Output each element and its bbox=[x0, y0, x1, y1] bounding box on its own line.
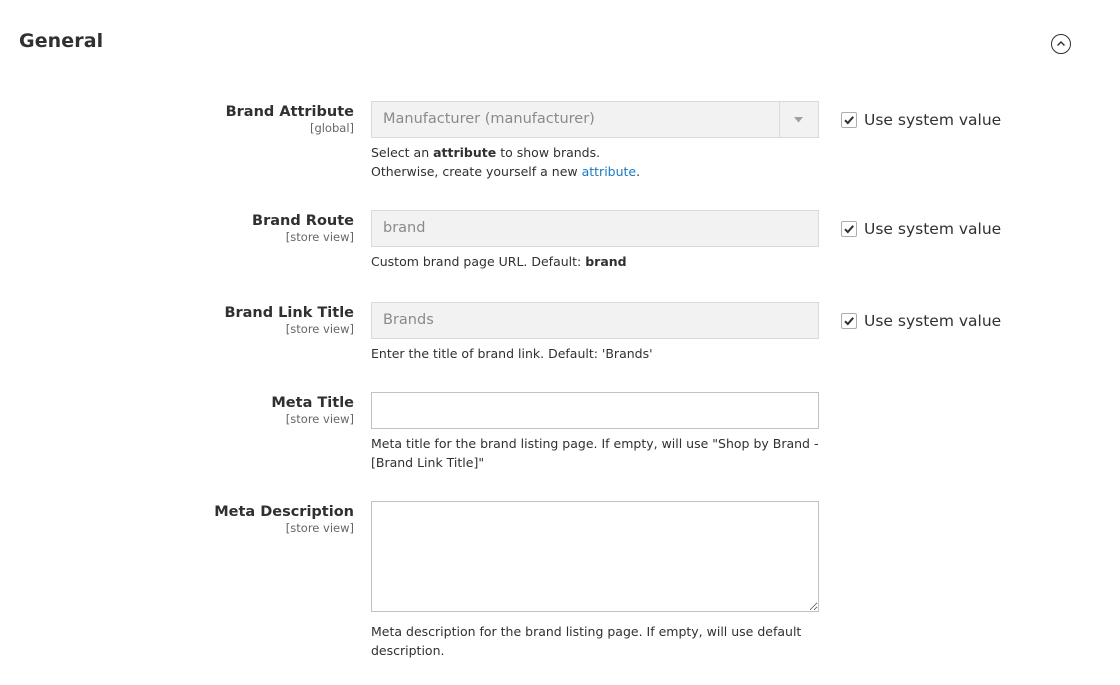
field-label: Brand Link Title bbox=[224, 305, 354, 321]
field-note: Custom brand page URL. Default: brand bbox=[371, 252, 819, 271]
field-label: Brand Route bbox=[252, 213, 354, 229]
checkbox[interactable] bbox=[841, 221, 857, 237]
chevron-up-icon bbox=[1057, 41, 1065, 46]
collapse-section-button[interactable] bbox=[1051, 34, 1071, 54]
use-system-value-checkbox-brand-link-title[interactable]: Use system value bbox=[841, 311, 1001, 331]
field-label-group: Brand Link Title [store view] bbox=[224, 304, 354, 336]
note-bold: attribute bbox=[433, 145, 497, 160]
use-system-value-checkbox-brand-attribute[interactable]: Use system value bbox=[841, 110, 1001, 130]
field-scope: [store view] bbox=[285, 322, 354, 336]
meta-description-textarea[interactable] bbox=[371, 501, 819, 612]
field-label-group: Meta Title [store view] bbox=[271, 394, 354, 426]
note-text: Custom brand page URL. Default: bbox=[371, 254, 586, 269]
field-scope: [store view] bbox=[285, 230, 354, 244]
field-label-group: Meta Description [store view] bbox=[214, 503, 354, 535]
note-bold: brand bbox=[585, 254, 627, 269]
field-label-group: Brand Attribute [global] bbox=[226, 103, 354, 135]
checkbox[interactable] bbox=[841, 313, 857, 329]
select-value: Manufacturer (manufacturer) bbox=[383, 111, 595, 127]
checkbox-label: Use system value bbox=[864, 220, 1002, 238]
note-text: to show brands. bbox=[496, 145, 601, 160]
brand-route-input[interactable]: brand bbox=[371, 210, 819, 247]
field-scope: [store view] bbox=[285, 412, 354, 426]
note-text: Otherwise, create yourself a new bbox=[371, 164, 582, 179]
meta-title-input[interactable] bbox=[371, 392, 819, 429]
checkbox[interactable] bbox=[841, 112, 857, 128]
brand-link-title-input[interactable]: Brands bbox=[371, 302, 819, 339]
field-note: Meta title for the brand listing page. I… bbox=[371, 436, 819, 470]
brand-attribute-select[interactable]: Manufacturer (manufacturer) bbox=[371, 101, 819, 138]
caret-down-icon bbox=[794, 117, 803, 123]
note-text: Select an bbox=[371, 145, 434, 160]
use-system-value-checkbox-brand-route[interactable]: Use system value bbox=[841, 219, 1001, 239]
check-icon bbox=[844, 116, 854, 125]
field-note: Meta description for the brand listing p… bbox=[371, 624, 802, 658]
check-icon bbox=[844, 317, 854, 326]
checkbox-label: Use system value bbox=[864, 312, 1002, 330]
field-scope: [store view] bbox=[285, 521, 354, 535]
select-arrow[interactable] bbox=[779, 102, 818, 137]
create-attribute-link[interactable]: attribute bbox=[582, 164, 637, 179]
section-title: General bbox=[19, 30, 104, 52]
field-label: Brand Attribute bbox=[225, 104, 354, 120]
note-text: . bbox=[636, 164, 641, 179]
field-label: Meta Title bbox=[271, 395, 354, 411]
field-label-group: Brand Route [store view] bbox=[252, 212, 354, 244]
field-note: Enter the title of brand link. Default: … bbox=[371, 346, 653, 361]
check-icon bbox=[844, 225, 854, 234]
field-scope: [global] bbox=[309, 121, 354, 135]
checkbox-label: Use system value bbox=[864, 111, 1002, 129]
field-note: Select an attribute to show brands. Othe… bbox=[371, 143, 819, 181]
field-label: Meta Description bbox=[214, 504, 354, 520]
